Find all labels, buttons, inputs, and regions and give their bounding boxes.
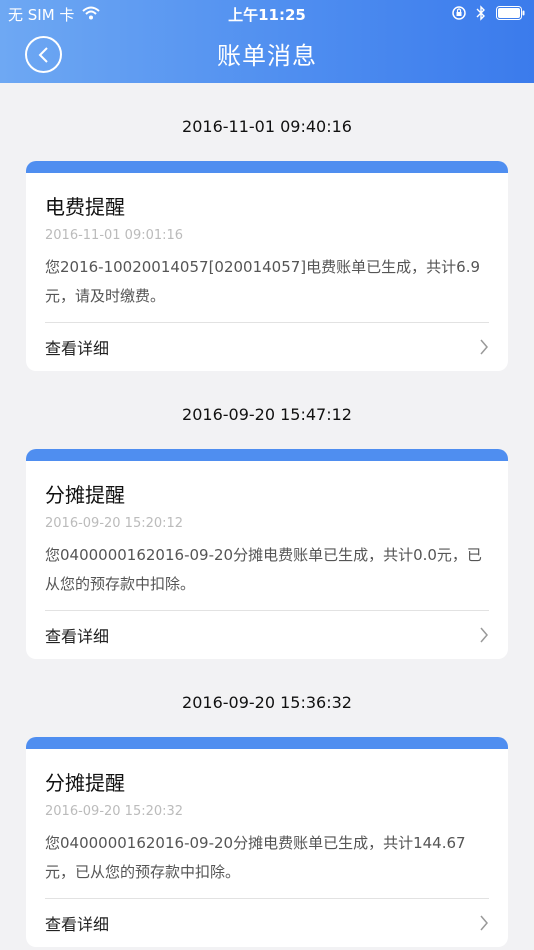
view-details-label: 查看详细 <box>45 339 110 358</box>
message-time: 2016-09-20 15:20:12 <box>45 516 184 531</box>
message-text: 您2016-10020014057[020014057]电费账单已生成，共计6.… <box>45 258 481 305</box>
message-text: 您0400000162016-09-20分摊电费账单已生成，共计0.0元，已从您… <box>45 546 482 593</box>
view-details-label: 查看详细 <box>45 915 110 934</box>
card-accent <box>26 161 508 173</box>
message-time: 2016-09-20 15:20:32 <box>45 804 184 819</box>
view-details-row[interactable]: 查看详细 <box>45 323 489 371</box>
card-accent <box>26 449 508 461</box>
message-text: 您0400000162016-09-20分摊电费账单已生成，共计144.67元，… <box>45 834 466 881</box>
chevron-right-icon <box>480 915 488 931</box>
bill-message-card: 电费提醒 2016-11-01 09:01:16 您2016-100200140… <box>26 161 508 371</box>
chevron-right-icon <box>480 339 488 355</box>
message-title: 电费提醒 <box>45 195 125 219</box>
view-details-row[interactable]: 查看详细 <box>45 611 489 659</box>
message-date: 2016-09-20 15:36:32 <box>182 693 352 712</box>
view-details-row[interactable]: 查看详细 <box>45 899 489 947</box>
chevron-right-icon <box>480 627 488 643</box>
message-date: 2016-09-20 15:47:12 <box>182 405 352 424</box>
page-title: 账单消息 <box>217 42 317 70</box>
bill-message-card: 分摊提醒 2016-09-20 15:20:32 您0400000162016-… <box>26 737 508 947</box>
battery-icon <box>496 6 526 24</box>
view-details-label: 查看详细 <box>45 627 110 646</box>
message-time: 2016-11-01 09:01:16 <box>45 228 184 243</box>
app-header: 无 SIM 卡 上午11:25 账单消息 <box>0 0 534 83</box>
card-accent <box>26 737 508 749</box>
status-bar: 无 SIM 卡 上午11:25 <box>0 0 534 28</box>
message-title: 分摊提醒 <box>45 771 125 795</box>
orientation-lock-icon <box>452 6 466 24</box>
bluetooth-icon <box>476 5 486 25</box>
bill-message-card: 分摊提醒 2016-09-20 15:20:12 您0400000162016-… <box>26 449 508 659</box>
message-date: 2016-11-01 09:40:16 <box>182 117 352 136</box>
message-title: 分摊提醒 <box>45 483 125 507</box>
